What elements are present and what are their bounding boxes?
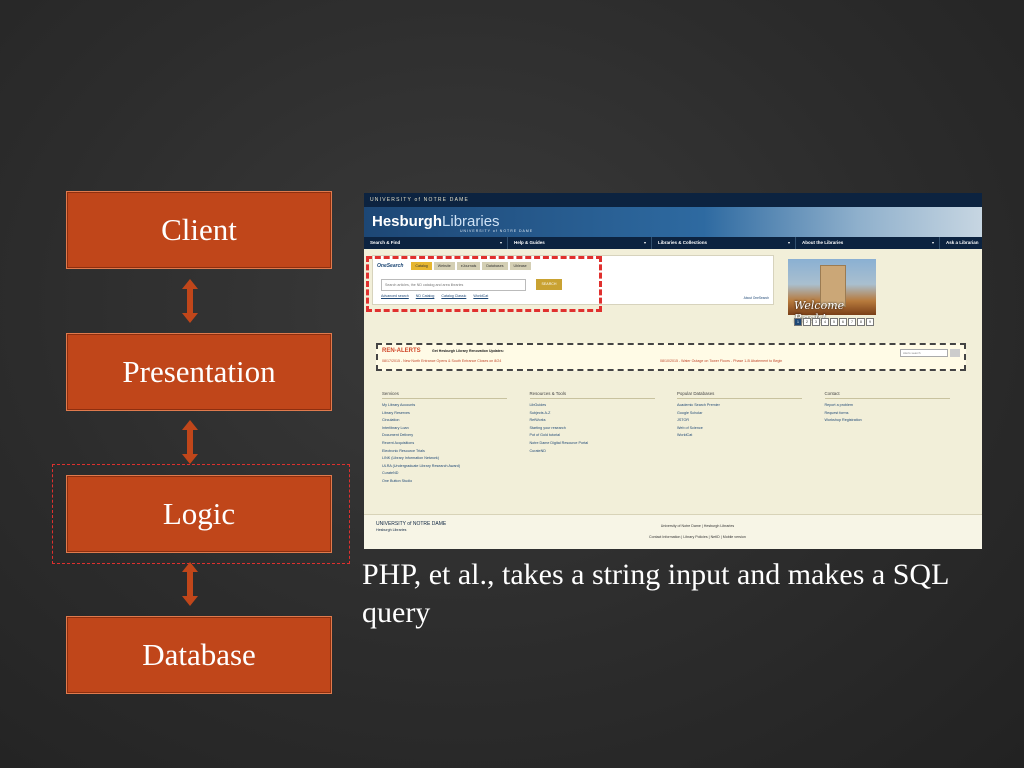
list-item[interactable]: RefWorks bbox=[530, 417, 676, 425]
chevron-down-icon: ▾ bbox=[787, 240, 790, 245]
list-item[interactable]: My Library Accounts bbox=[382, 402, 528, 410]
list-item[interactable]: Notre Dame Digital Resource Portal bbox=[530, 440, 676, 448]
nav-label: Libraries & Collections bbox=[658, 240, 708, 245]
nav-search-find[interactable]: Search & Find ▾ bbox=[364, 237, 508, 249]
footer-line[interactable]: Contact Information | Library Policies |… bbox=[649, 532, 746, 543]
tier-client: Client bbox=[66, 191, 332, 269]
university-bar: UNIVERSITY of NOTRE DAME bbox=[364, 193, 982, 207]
site-banner: HesburghLibraries UNIVERSITY of NOTRE DA… bbox=[364, 207, 982, 237]
search-highlight-frame bbox=[366, 256, 602, 312]
nav-libraries-collections[interactable]: Libraries & Collections ▾ bbox=[652, 237, 796, 249]
alerts-subtitle: Get Hesburgh Library Renovation Updates: bbox=[432, 349, 504, 353]
column-databases: Popular Databases Academic Search Premie… bbox=[677, 391, 823, 486]
chevron-down-icon: ▾ bbox=[931, 240, 934, 245]
site-logo[interactable]: HesburghLibraries bbox=[372, 213, 500, 230]
pager-button[interactable]: 2 bbox=[803, 318, 811, 326]
ren-alerts-banner: REN-ALERTS Get Hesburgh Library Renovati… bbox=[376, 343, 966, 371]
nav-help-guides[interactable]: Help & Guides ▾ bbox=[508, 237, 652, 249]
list-item[interactable]: Starting your research bbox=[530, 425, 676, 433]
footer-logo-sub: Hesburgh Libraries bbox=[376, 528, 407, 532]
list-item[interactable]: One Button Studio bbox=[382, 478, 528, 486]
list-item[interactable]: WorldCat bbox=[677, 432, 823, 440]
footer-logo[interactable]: UNIVERSITY of NOTRE DAME Hesburgh Librar… bbox=[376, 521, 446, 533]
nav-label: Help & Guides bbox=[514, 240, 545, 245]
pager-button[interactable]: 9 bbox=[866, 318, 874, 326]
list-item[interactable]: Report a problem bbox=[825, 402, 971, 410]
list-item[interactable]: Recent Acquisitions bbox=[382, 440, 528, 448]
alert-item[interactable]: 08/17/2015 - New North Entrance Opens & … bbox=[382, 359, 501, 363]
list-item[interactable]: Web of Science bbox=[677, 425, 823, 433]
list-item[interactable]: Interlibrary Loan bbox=[382, 425, 528, 433]
slide-caption: PHP, et al., takes a string input and ma… bbox=[362, 558, 949, 629]
list-item[interactable]: CurateND bbox=[530, 448, 676, 456]
site-footer: UNIVERSITY of NOTRE DAME Hesburgh Librar… bbox=[364, 514, 982, 549]
column-heading: Services bbox=[382, 391, 507, 399]
tier-logic: Logic bbox=[66, 475, 332, 553]
footer-line: University of Notre Dame | Hesburgh Libr… bbox=[660, 524, 735, 528]
brand-subtitle: UNIVERSITY of NOTRE DAME bbox=[460, 229, 534, 233]
nav-ask-librarian[interactable]: Ask a Librarian bbox=[940, 237, 982, 249]
carousel-pager: 1 2 3 4 5 6 7 8 9 bbox=[794, 318, 875, 326]
list-item[interactable]: Document Delivery bbox=[382, 432, 528, 440]
list-item[interactable]: Circulation bbox=[382, 417, 528, 425]
column-resources: Resources & Tools LibGuides Subjects A-Z… bbox=[529, 391, 676, 486]
list-item[interactable]: LibGuides bbox=[530, 402, 676, 410]
chevron-down-icon: ▾ bbox=[643, 240, 646, 245]
list-item[interactable]: Request forms bbox=[825, 410, 971, 418]
list-item[interactable]: Subjects A-Z bbox=[530, 410, 676, 418]
about-onesearch-link[interactable]: About OneSearch bbox=[744, 296, 769, 300]
brand-bold: Hesburgh bbox=[372, 213, 443, 230]
column-heading: Contact bbox=[824, 391, 950, 399]
alerts-search-input[interactable]: Alerts search bbox=[900, 349, 948, 357]
list-item[interactable]: JSTOR bbox=[677, 417, 823, 425]
main-nav: Search & Find ▾ Help & Guides ▾ Libraries … bbox=[364, 237, 982, 249]
pager-button[interactable]: 5 bbox=[830, 318, 838, 326]
double-arrow-icon bbox=[180, 560, 200, 608]
list-item[interactable]: Workshop Registration bbox=[825, 417, 971, 425]
list-item[interactable]: Google Scholar bbox=[677, 410, 823, 418]
tier-database: Database bbox=[66, 616, 332, 694]
nav-label: Ask a Librarian bbox=[946, 240, 979, 245]
welcome-image: Welcome Back! bbox=[788, 259, 876, 325]
double-arrow-icon bbox=[180, 277, 200, 325]
list-item[interactable]: LINK (Library Information Network) bbox=[382, 455, 528, 463]
brand-light: Libraries bbox=[442, 213, 500, 230]
double-arrow-icon bbox=[180, 418, 200, 466]
pager-button[interactable]: 7 bbox=[848, 318, 856, 326]
pager-button[interactable]: 1 bbox=[794, 318, 802, 326]
chevron-down-icon: ▾ bbox=[499, 240, 502, 245]
pager-button[interactable]: 4 bbox=[821, 318, 829, 326]
alerts-title: REN-ALERTS bbox=[382, 348, 421, 354]
column-heading: Popular Databases bbox=[677, 391, 802, 399]
column-contact: Contact Report a problem Request forms W… bbox=[824, 391, 971, 486]
list-item[interactable]: Academic Search Premier bbox=[677, 402, 823, 410]
pager-button[interactable]: 8 bbox=[857, 318, 865, 326]
alert-item[interactable]: 08/10/2015 - Water Outage on Tower Floor… bbox=[660, 359, 782, 363]
link-columns: Services My Library Accounts Library Res… bbox=[382, 391, 972, 486]
column-heading: Resources & Tools bbox=[529, 391, 655, 399]
list-item[interactable]: Pot of Gold tutorial bbox=[530, 432, 676, 440]
nav-label: About the Libraries bbox=[802, 240, 844, 245]
alerts-search-button[interactable] bbox=[950, 349, 960, 357]
tier-presentation: Presentation bbox=[66, 333, 332, 411]
list-item[interactable]: Electronic Resource Trials bbox=[382, 448, 528, 456]
list-item[interactable]: Library Reserves bbox=[382, 410, 528, 418]
library-website-screenshot: UNIVERSITY of NOTRE DAME HesburghLibrari… bbox=[364, 193, 982, 549]
footer-links: University of Notre Dame | Hesburgh Libr… bbox=[649, 521, 746, 543]
pager-button[interactable]: 3 bbox=[812, 318, 820, 326]
list-item[interactable]: ULRA (Undergraduate Library Research Awa… bbox=[382, 463, 528, 471]
nav-label: Search & Find bbox=[370, 240, 401, 245]
column-services: Services My Library Accounts Library Res… bbox=[382, 391, 528, 486]
nav-about[interactable]: About the Libraries ▾ bbox=[796, 237, 940, 249]
pager-button[interactable]: 6 bbox=[839, 318, 847, 326]
list-item[interactable]: CurateND bbox=[382, 470, 528, 478]
